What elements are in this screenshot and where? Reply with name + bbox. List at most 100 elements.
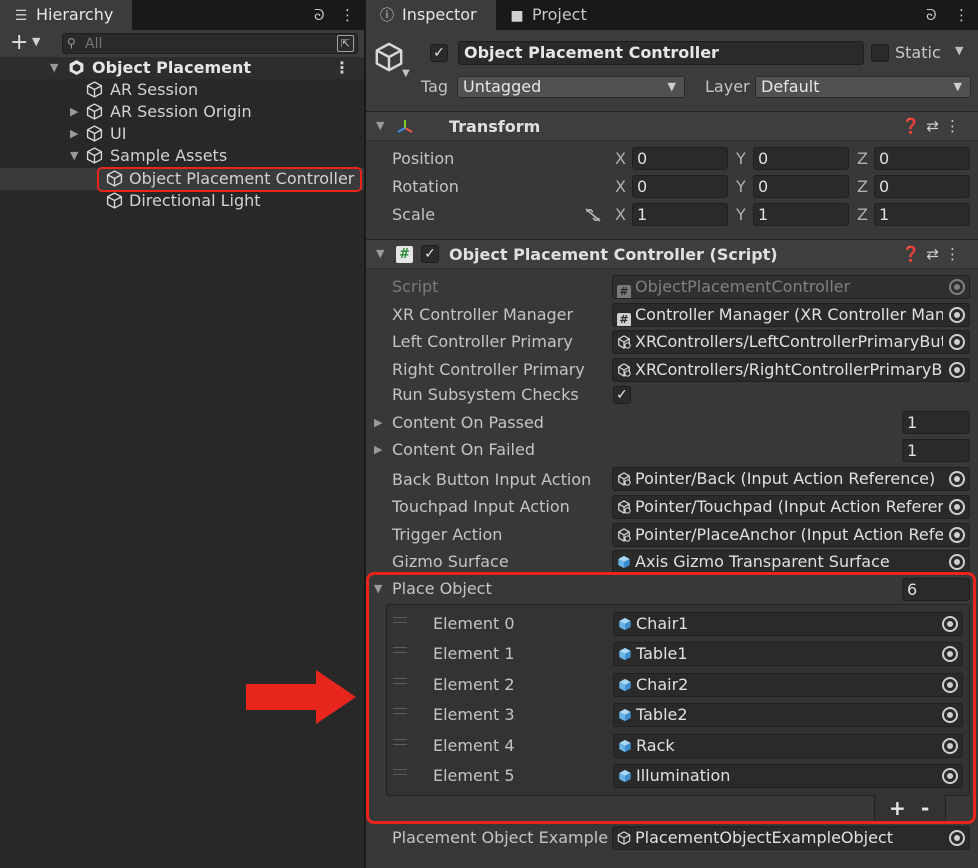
left-controller-primary-field[interactable]: XRControllers/LeftControllerPrimaryBut [612, 330, 970, 354]
axis-z-label[interactable]: Z [857, 148, 868, 170]
help-icon[interactable]: ❓ [902, 117, 927, 135]
right-controller-primary-field[interactable]: XRControllers/RightControllerPrimaryBu [612, 358, 970, 382]
kebab-menu-icon[interactable]: ⋮ [945, 117, 966, 135]
expand-arrow-icon[interactable]: ▼ [50, 57, 58, 79]
place-object-highlight [366, 572, 976, 824]
placement-object-example-field[interactable]: PlacementObjectExampleObject [612, 826, 970, 850]
chevron-down-icon[interactable]: ▼ [32, 35, 40, 48]
collapse-arrow-icon[interactable]: ▼ [376, 119, 384, 132]
tab-inspector[interactable]: ⓘ Inspector [366, 0, 496, 30]
back-button-input-action-field[interactable]: Pointer/Back (Input Action Reference) [612, 467, 970, 491]
kebab-menu-icon[interactable]: ⋮ [945, 245, 966, 263]
script-component-header[interactable]: ▼ # ✓ Object Placement Controller (Scrip… [366, 239, 978, 269]
expand-arrow-icon[interactable]: ▶ [70, 123, 78, 145]
content-on-passed-size[interactable]: 1 [902, 411, 970, 434]
object-picker-icon[interactable] [949, 334, 965, 350]
axis-y-label[interactable]: Y [736, 176, 746, 198]
object-name-field[interactable]: Object Placement Controller [458, 41, 864, 65]
component-actions: ❓⇄⋮ [902, 112, 966, 141]
trigger-action-field[interactable]: Pointer/PlaceAnchor (Input Action Refe [612, 523, 970, 547]
tab-project[interactable]: ■ Project [496, 0, 616, 30]
object-picker-icon[interactable] [949, 362, 965, 378]
axis-z-label[interactable]: Z [857, 204, 868, 226]
scene-search-icon[interactable]: ⇱ [337, 35, 354, 52]
content-on-passed-label[interactable]: Content On Passed [392, 412, 544, 434]
run-subsystem-checks-checkbox[interactable]: ✓ [613, 386, 631, 404]
axis-z-label[interactable]: Z [857, 176, 868, 198]
inspector-panel: ⓘ Inspector ■ Project ᘐ ⋮ ▼ ✓ Object Place… [366, 0, 978, 868]
axis-x-label[interactable]: X [615, 148, 626, 170]
scale-y-field[interactable]: 1 [753, 203, 849, 226]
axis-y-label[interactable]: Y [736, 148, 746, 170]
axis-x-label[interactable]: X [615, 204, 626, 226]
gameobject-icon[interactable] [374, 42, 404, 72]
active-checkbox[interactable]: ✓ [430, 44, 448, 62]
placement-object-example-value: PlacementObjectExampleObject [635, 828, 894, 847]
prefab-icon [617, 555, 631, 569]
script-label: Script [392, 277, 439, 296]
static-checkbox[interactable] [871, 44, 889, 62]
layer-dropdown[interactable]: Default ▼ [755, 76, 971, 98]
tree-item-ui[interactable]: ▶ UI [0, 123, 364, 145]
expand-arrow-icon[interactable]: ▶ [374, 416, 382, 429]
rotation-z-field[interactable]: 0 [874, 175, 970, 198]
back-button-input-action-label: Back Button Input Action [392, 470, 592, 489]
unity-scene-icon [68, 59, 85, 76]
collapse-arrow-icon[interactable]: ▼ [376, 247, 384, 260]
touchpad-input-action-field[interactable]: Pointer/Touchpad (Input Action Referer [612, 495, 970, 519]
tag-dropdown[interactable]: Untagged ▼ [457, 76, 685, 98]
tree-item-ar-session-origin[interactable]: ▶ AR Session Origin [0, 101, 364, 123]
help-icon[interactable]: ❓ [902, 245, 927, 263]
list-icon: ☰ [14, 8, 28, 24]
info-icon: ⓘ [380, 8, 394, 24]
kebab-menu-icon[interactable]: ⋮ [334, 57, 350, 79]
search-input[interactable] [85, 35, 325, 52]
position-x-field[interactable]: 0 [632, 147, 728, 170]
scale-x-field[interactable]: 1 [632, 203, 728, 226]
expand-arrow-icon[interactable]: ▶ [70, 101, 78, 123]
axis-y-label[interactable]: Y [736, 204, 746, 226]
transform-header[interactable]: ▼ Transform ❓⇄⋮ [366, 111, 978, 141]
tab-hierarchy[interactable]: ☰ Hierarchy [0, 0, 132, 30]
hierarchy-search[interactable]: ⚲ ⇱ [62, 33, 358, 54]
tree-item-ar-session[interactable]: AR Session [0, 79, 364, 101]
content-on-failed-label[interactable]: Content On Failed [392, 439, 535, 461]
rotation-x-field[interactable]: 0 [632, 175, 728, 198]
settings-icon[interactable]: ⇄ [926, 117, 945, 135]
object-picker-icon[interactable] [949, 307, 965, 323]
component-enabled-checkbox[interactable]: ✓ [421, 245, 439, 263]
rotation-y-field[interactable]: 0 [753, 175, 849, 198]
gameobject-icon [86, 125, 103, 142]
settings-icon[interactable]: ⇄ [926, 245, 945, 263]
chevron-down-icon[interactable]: ▼ [402, 68, 410, 79]
unlinked-scale-icon[interactable] [584, 207, 602, 223]
add-icon[interactable]: + [10, 31, 28, 55]
tree-item-label: Sample Assets [110, 146, 228, 165]
object-picker-icon[interactable] [949, 554, 965, 570]
tree-item-directional-light[interactable]: Directional Light [0, 190, 364, 212]
chevron-down-icon[interactable]: ▼ [955, 44, 963, 57]
search-icon: ⚲ [67, 36, 76, 50]
gameobject-icon [617, 831, 631, 845]
expand-arrow-icon[interactable]: ▶ [374, 443, 382, 456]
tree-item-object-placement[interactable]: ▼ Object Placement ⋮ [0, 57, 364, 79]
xr-controller-manager-field[interactable]: # Controller Manager (XR Controller Mana [612, 303, 970, 327]
object-picker-icon[interactable] [949, 471, 965, 487]
object-picker-icon[interactable] [949, 830, 965, 846]
lock-icon[interactable]: ᘐ [314, 0, 325, 30]
object-picker-icon[interactable] [949, 499, 965, 515]
scale-z-field[interactable]: 1 [874, 203, 970, 226]
content-on-failed-size[interactable]: 1 [902, 439, 970, 462]
script-field: # ObjectPlacementController [612, 275, 970, 299]
axis-x-label[interactable]: X [615, 176, 626, 198]
expand-arrow-icon[interactable]: ▼ [70, 145, 78, 167]
kebab-menu-icon[interactable]: ⋮ [954, 0, 969, 30]
position-y-field[interactable]: 0 [753, 147, 849, 170]
gizmo-surface-field[interactable]: Axis Gizmo Transparent Surface [612, 550, 970, 574]
position-z-field[interactable]: 0 [874, 147, 970, 170]
object-picker-icon[interactable] [949, 527, 965, 543]
lock-icon[interactable]: ᘐ [926, 0, 937, 30]
tree-item-label: UI [110, 124, 127, 143]
kebab-menu-icon[interactable]: ⋮ [340, 0, 355, 30]
tree-item-sample-assets[interactable]: ▼ Sample Assets [0, 145, 364, 167]
